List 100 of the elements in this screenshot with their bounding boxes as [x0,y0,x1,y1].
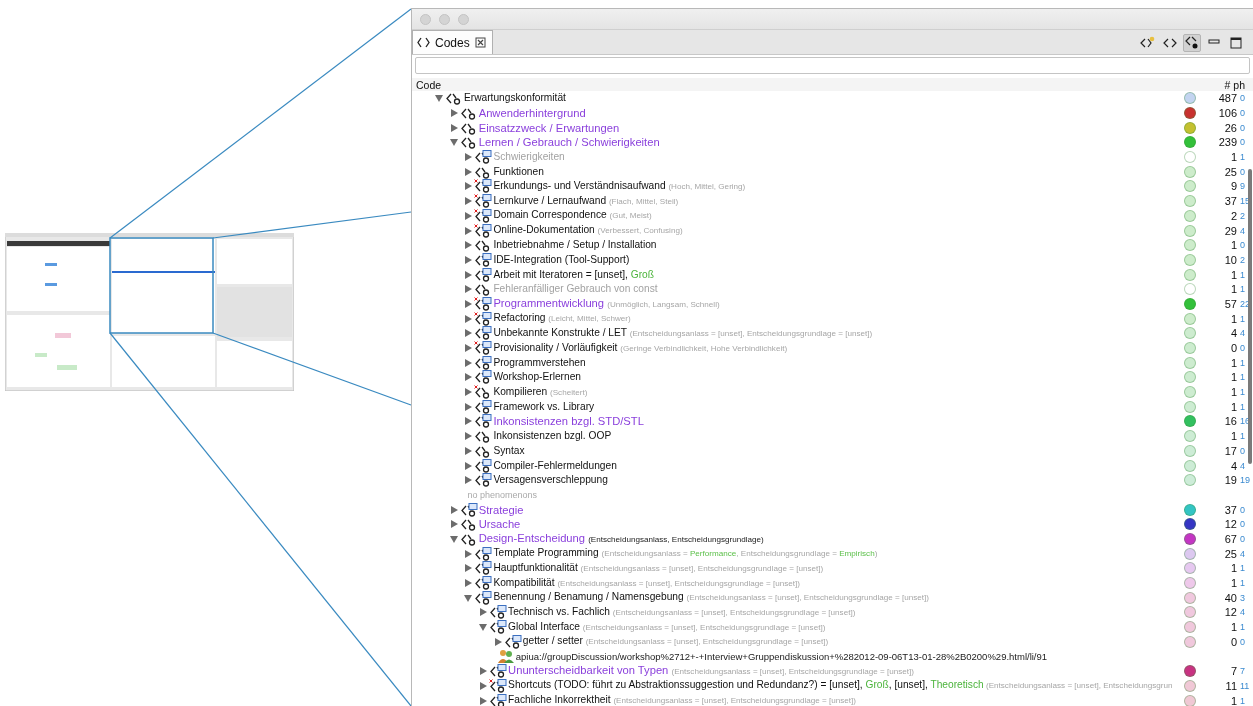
code-label[interactable]: Strategie [478,502,524,517]
code-label[interactable]: Anwenderhintergrund [478,106,586,121]
expand-toggle[interactable] [463,240,474,251]
expand-toggle[interactable] [463,431,474,442]
code-label[interactable]: Lernen / Gebrauch / Schwierigkeiten [478,135,660,150]
count-cell-text: 1 [1229,621,1237,634]
expand-toggle[interactable] [448,122,459,133]
count-cell-text: 239 [1217,136,1237,149]
count-cell-text: 67 [1223,532,1237,545]
code-label[interactable]: Shortcuts (TODO: führt zu Abstraktionssuggestion und Redundanz?) = [unset], Groß, [unset], Theoretisch (Entscheidungsanlass = [unset], Entscheidungsgrun [508,678,1173,694]
expand-toggle[interactable] [463,210,474,221]
code-label[interactable]: Domain Correspondence (Gut, Meist) [493,208,652,224]
ph-count: 3 [1240,592,1246,603]
code-label[interactable]: Inkonsistenzen bzgl. STD/STL [493,414,644,429]
code-label[interactable]: Workshop-Erlernen [493,370,581,385]
expand-toggle[interactable] [463,196,474,207]
code-label[interactable]: Inbetriebnahme / Setup / Installation [493,238,657,253]
code-label[interactable]: Benennung / Benamung / Namensgebung (Entscheidungsanlass = [unset], Entscheidungsgrundlage = [unset]) [493,590,930,606]
code-label[interactable]: Provisionality / Vorläufigkeit (Geringe Verbindlichkeit, Hohe Verbindlichkeit) [493,340,788,356]
code-label[interactable]: Versagensverschleppung [493,473,608,488]
code-label[interactable]: Arbeit mit Iteratoren = [unset], Groß [493,267,654,282]
code-label[interactable]: Compiler-Fehlermeldungen [493,458,617,473]
code-label[interactable]: Syntax [493,443,525,458]
expand-toggle[interactable] [463,328,474,339]
expand-toggle[interactable] [448,533,459,544]
code-label[interactable]: Template Programming (Entscheidungsanlass = Performance, Entscheidungsgrundlage = Empirisch) [493,546,878,562]
count-cell-text: 25 [1223,165,1237,178]
expand-toggle[interactable] [434,93,444,104]
expand-toggle[interactable] [463,445,474,456]
code-label[interactable]: Erkundungs- und Verständnisaufwand (Hoch, Mittel, Gering) [493,178,746,194]
code-label[interactable]: Unbekannte Konstrukte / LET (Entscheidungsanlass = [unset], Entscheidungsgrundlage = [unset]) [493,325,873,341]
expand-toggle[interactable] [463,254,474,265]
code-label[interactable]: Design-Entscheidung (Entscheidungsanlass, Entscheidungsgrundlage) [478,530,764,547]
code-label[interactable]: Ursache [478,517,521,532]
expand-toggle[interactable] [492,636,503,647]
code-label[interactable]: Framework vs. Library [493,399,595,414]
code-label[interactable]: Kompilieren (Scheitert) [493,384,588,400]
count-cell-text: 2 [1229,209,1237,222]
code-label[interactable]: Lernkurve / Lernaufwand (Flach, Mittel, Steil) [493,193,679,209]
code-label[interactable]: Programmentwicklung (Unmöglich, Langsam, Schnell) [493,295,720,312]
scrollbar-thumb[interactable] [1248,169,1252,464]
ph-count: 0 [1240,519,1246,530]
expand-toggle[interactable] [463,343,474,354]
expand-toggle[interactable] [448,504,459,515]
expand-toggle[interactable] [448,108,459,119]
expand-toggle[interactable] [463,460,474,471]
count-cell-text: 26 [1223,121,1237,134]
code-label[interactable]: Kompatibilität (Entscheidungsanlass = [unset], Entscheidungsgrundlage = [unset]) [493,575,800,591]
code-label[interactable]: Refactoring (Leicht, Mittel, Schwer) [493,311,631,327]
count-cell-text: 4 [1229,327,1237,340]
expand-toggle[interactable] [463,475,474,486]
expand-toggle[interactable] [463,166,474,177]
code-label[interactable]: Inkonsistenzen bzgl. OOP [493,429,612,444]
code-label[interactable]: Online-Dokumentation (Verbessert, Confusing) [493,223,683,239]
expand-toggle[interactable] [463,181,474,192]
code-label[interactable]: IDE-Integration (Tool-Support) [493,252,630,267]
code-label[interactable]: Ununterscheidbarkeit von Typen (Entscheidungsanlass = [unset], Entscheidungsgrundlage = [unset]) [508,663,914,680]
expand-toggle[interactable] [463,416,474,427]
ph-count: 1 [1240,313,1246,324]
column-header[interactable]: # ph [1224,78,1249,91]
ph-count: 9 [1240,181,1246,192]
code-label[interactable]: Erwartungskonformität [464,91,566,106]
code-label[interactable]: Hauptfunktionalität (Entscheidungsanlass = [unset], Entscheidungsgrundlage = [unset]) [493,560,824,576]
ph-count: 0 [1240,504,1246,515]
expand-toggle[interactable] [478,666,489,677]
close-icon[interactable] [474,37,486,48]
expand-toggle[interactable] [463,592,474,603]
expand-toggle[interactable] [463,298,474,309]
expand-toggle[interactable] [448,137,459,148]
expand-toggle[interactable] [463,401,474,412]
expand-toggle[interactable] [463,548,474,559]
column-header[interactable]: Code [416,78,1225,91]
code-label[interactable]: Einsatzzweck / Erwartungen [478,120,620,135]
expand-toggle[interactable] [478,680,489,691]
phenomenon-link[interactable]: apiua://groupDiscussion/workshop%2712+-+Interview+Gruppendiskussion+%282012-09-06T13-01-28%2B0200%29.html/li/91 [515,650,1048,662]
code-label[interactable]: Funktionen [493,164,544,179]
code-label[interactable]: Technisch vs. Fachlich (Entscheidungsanlass = [unset], Entscheidungsgrundlage = [unset]) [508,604,856,620]
expand-toggle[interactable] [463,357,474,368]
code-label[interactable]: getter / setter (Entscheidungsanlass = [unset], Entscheidungsgrundlage = [unset]) [522,634,829,650]
codes-tab[interactable]: Codes [412,30,493,54]
expand-toggle[interactable] [463,313,474,324]
expand-toggle[interactable] [463,372,474,383]
ph-count: 0 [1240,240,1246,251]
expand-toggle[interactable] [478,622,489,633]
code-label[interactable]: Global Interface (Entscheidungsanlass = [unset], Entscheidungsgrundlage = [unset]) [508,619,826,635]
expand-toggle[interactable] [463,578,474,589]
expand-toggle[interactable] [463,387,474,398]
expand-toggle[interactable] [463,225,474,236]
ph-count: 4 [1240,225,1246,236]
filter-field[interactable] [415,57,1250,74]
expand-toggle[interactable] [478,607,489,618]
expand-toggle[interactable] [463,269,474,280]
expand-toggle[interactable] [448,519,459,530]
expand-toggle[interactable] [463,563,474,574]
code-label[interactable]: Programmverstehen [493,355,586,370]
count-cell-text: 40 [1223,591,1237,604]
code-label[interactable]: Fachliche Inkorrektheit (Entscheidungsanlass = [unset], Entscheidungsgrundlage = [unset]) [508,693,856,706]
ph-count: 4 [1240,607,1246,618]
expand-toggle[interactable] [478,695,489,706]
ph-count: 1 [1240,387,1246,398]
